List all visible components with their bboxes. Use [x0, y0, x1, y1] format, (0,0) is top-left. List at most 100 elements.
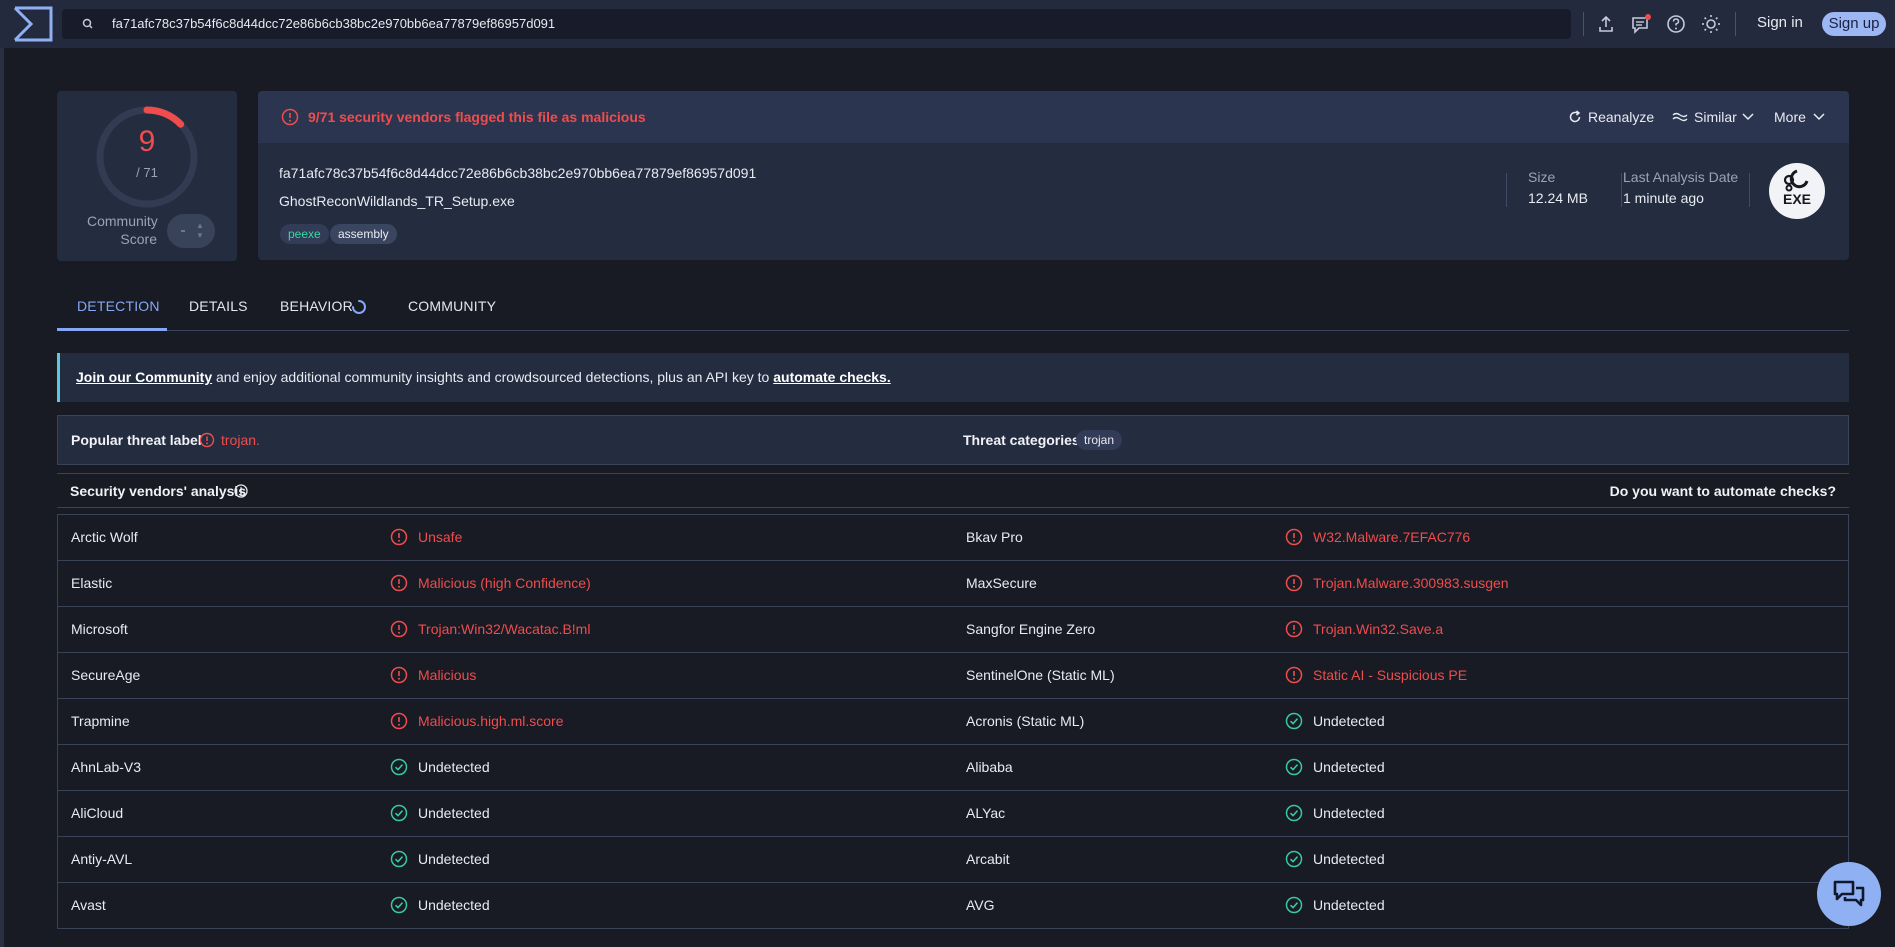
table-row: SecureAge Malicious SentinelOne (Static ML… — [58, 653, 1848, 699]
divider — [1749, 173, 1750, 207]
chat-support-button[interactable] — [1817, 862, 1881, 926]
banner-text: Join our Community and enjoy additional … — [76, 369, 891, 385]
community-score-vote[interactable]: ▲ ▼ — [167, 214, 215, 248]
alert-circle-icon — [199, 432, 215, 448]
detection-result[interactable]: Static AI - Suspicious PE — [1313, 667, 1467, 683]
tab-details[interactable]: DETAILS — [189, 298, 248, 314]
community-banner: Join our Community and enjoy additional … — [57, 353, 1849, 402]
table-row: Microsoft Trojan:Win32/Wacatac.B!ml Sangfo… — [58, 607, 1848, 653]
table-row: Trapmine Malicious.high.ml.score Acronis (… — [58, 699, 1848, 745]
file-tabs: DETECTION DETAILS BEHAVIOR COMMUNITY — [57, 287, 1849, 331]
vendor-name: AhnLab-V3 — [71, 759, 142, 775]
check-circle-icon — [1285, 758, 1303, 776]
last-analysis-value: 1 minute ago — [1623, 190, 1704, 206]
detection-score-card: 9 / 71 Community Score ▲ ▼ — [57, 91, 237, 261]
alert-circle-icon — [390, 666, 408, 684]
search-icon — [82, 18, 93, 29]
divider — [1506, 173, 1507, 207]
automate-checks-link[interactable]: automate checks. — [773, 369, 891, 385]
detection-result[interactable]: W32.Malware.7EFAC776 — [1313, 529, 1470, 545]
community-score-value — [181, 230, 185, 232]
vendor-name: Microsoft — [71, 621, 128, 637]
alert-circle-icon — [390, 712, 408, 730]
popular-threat-value[interactable]: trojan. — [221, 432, 260, 448]
threat-category-chip[interactable]: trojan — [1076, 430, 1123, 450]
reanalyze-button[interactable]: Reanalyze — [1568, 109, 1654, 125]
threat-categories-label: Threat categories — [963, 432, 1080, 448]
detection-result: Undetected — [1313, 897, 1385, 913]
file-summary-card: 9/71 security vendors flagged this file … — [258, 91, 1849, 260]
detection-total: / 71 — [136, 165, 158, 180]
table-row: AhnLab-V3 Undetected Alibaba Undetected — [58, 745, 1848, 791]
vendor-name: Trapmine — [71, 713, 130, 729]
chevron-down-icon — [1813, 113, 1825, 121]
check-circle-icon — [1285, 712, 1303, 730]
theme-toggle-sun-icon[interactable] — [1700, 13, 1722, 35]
vendors-table: Arctic Wolf Unsafe Bkav Pro W32.Malware.7EF… — [57, 514, 1849, 929]
divider — [1583, 12, 1584, 36]
size-label: Size — [1528, 169, 1556, 185]
vendor-name: Acronis (Static ML) — [966, 713, 1085, 729]
table-row: AliCloud Undetected ALYac Undetected — [58, 791, 1848, 837]
virustotal-logo-icon[interactable] — [13, 6, 53, 42]
detection-result[interactable]: Trojan.Malware.300983.susgen — [1313, 575, 1509, 591]
tag-assembly[interactable]: assembly — [330, 224, 397, 244]
detection-result[interactable]: Malicious (high Confidence) — [418, 575, 591, 591]
vendor-name: Sangfor Engine Zero — [966, 621, 1096, 637]
alert-circle-icon — [1285, 620, 1303, 638]
detection-result: Undetected — [418, 759, 490, 775]
vendor-name: AVG — [966, 897, 995, 913]
detection-result[interactable]: Malicious.high.ml.score — [418, 713, 564, 729]
alert-circle-icon — [1285, 528, 1303, 546]
help-icon[interactable] — [1665, 13, 1687, 35]
loading-spinner-icon — [352, 300, 366, 314]
chat-notification-icon[interactable] — [1630, 13, 1652, 35]
vendor-name: Alibaba — [966, 759, 1013, 775]
upload-icon[interactable] — [1595, 13, 1617, 35]
malicious-flag-text: 9/71 security vendors flagged this file … — [308, 109, 646, 125]
vendor-name: Bkav Pro — [966, 529, 1023, 545]
sign-up-button[interactable]: Sign up — [1822, 12, 1886, 36]
size-value: 12.24 MB — [1528, 190, 1588, 206]
vendor-name: AliCloud — [71, 805, 124, 821]
check-circle-icon — [390, 896, 408, 914]
vendor-name: Elastic — [71, 575, 113, 591]
table-row: Arctic Wolf Unsafe Bkav Pro W32.Malware.7EF… — [58, 515, 1848, 561]
tab-behavior[interactable]: BEHAVIOR — [280, 298, 353, 314]
file-type-exe-icon: EXE — [1769, 163, 1825, 219]
similar-icon — [1672, 112, 1688, 122]
detection-result[interactable]: Trojan.Win32.Save.a — [1313, 621, 1443, 637]
table-row: Avast Undetected AVG Undetected — [58, 883, 1848, 929]
info-icon[interactable] — [234, 484, 248, 498]
file-hash[interactable]: fa71afc78c37b54f6c8d44dcc72e86b6cb38bc2e… — [279, 165, 756, 181]
sign-in-link[interactable]: Sign in — [1757, 14, 1803, 31]
more-dropdown[interactable]: More — [1774, 109, 1832, 125]
alert-circle-icon — [281, 108, 299, 126]
search-bar[interactable]: fa71afc78c37b54f6c8d44dcc72e86b6cb38bc2e… — [62, 9, 1571, 39]
malicious-alert-bar: 9/71 security vendors flagged this file … — [258, 91, 1849, 143]
popular-threat-label: Popular threat label — [71, 432, 202, 448]
detection-result: Undetected — [418, 805, 490, 821]
tab-community[interactable]: COMMUNITY — [408, 298, 496, 314]
search-input-value[interactable]: fa71afc78c37b54f6c8d44dcc72e86b6cb38bc2e… — [112, 16, 555, 31]
top-navigation-bar: fa71afc78c37b54f6c8d44dcc72e86b6cb38bc2e… — [0, 0, 1895, 48]
vendors-analysis-header: Security vendors' analysis Do you want t… — [57, 473, 1849, 508]
detection-result: Undetected — [1313, 851, 1385, 867]
similar-dropdown[interactable]: Similar — [1672, 109, 1761, 125]
check-circle-icon — [390, 850, 408, 868]
join-community-link[interactable]: Join our Community — [76, 369, 212, 385]
tab-detection[interactable]: DETECTION — [77, 298, 160, 314]
detection-result: Undetected — [1313, 805, 1385, 821]
tag-peexe[interactable]: peexe — [280, 224, 329, 244]
detection-result: Undetected — [1313, 713, 1385, 729]
detection-result: Undetected — [418, 851, 490, 867]
file-name: GhostReconWildlands_TR_Setup.exe — [279, 193, 515, 209]
vote-arrows-icon[interactable]: ▲ ▼ — [196, 221, 204, 241]
detection-result[interactable]: Trojan:Win32/Wacatac.B!ml — [418, 621, 590, 637]
detection-result[interactable]: Malicious — [418, 667, 476, 683]
refresh-icon — [1569, 110, 1581, 123]
divider — [1735, 12, 1736, 36]
check-circle-icon — [1285, 850, 1303, 868]
detection-result[interactable]: Unsafe — [418, 529, 462, 545]
automate-checks-prompt[interactable]: Do you want to automate checks? — [1610, 483, 1836, 499]
